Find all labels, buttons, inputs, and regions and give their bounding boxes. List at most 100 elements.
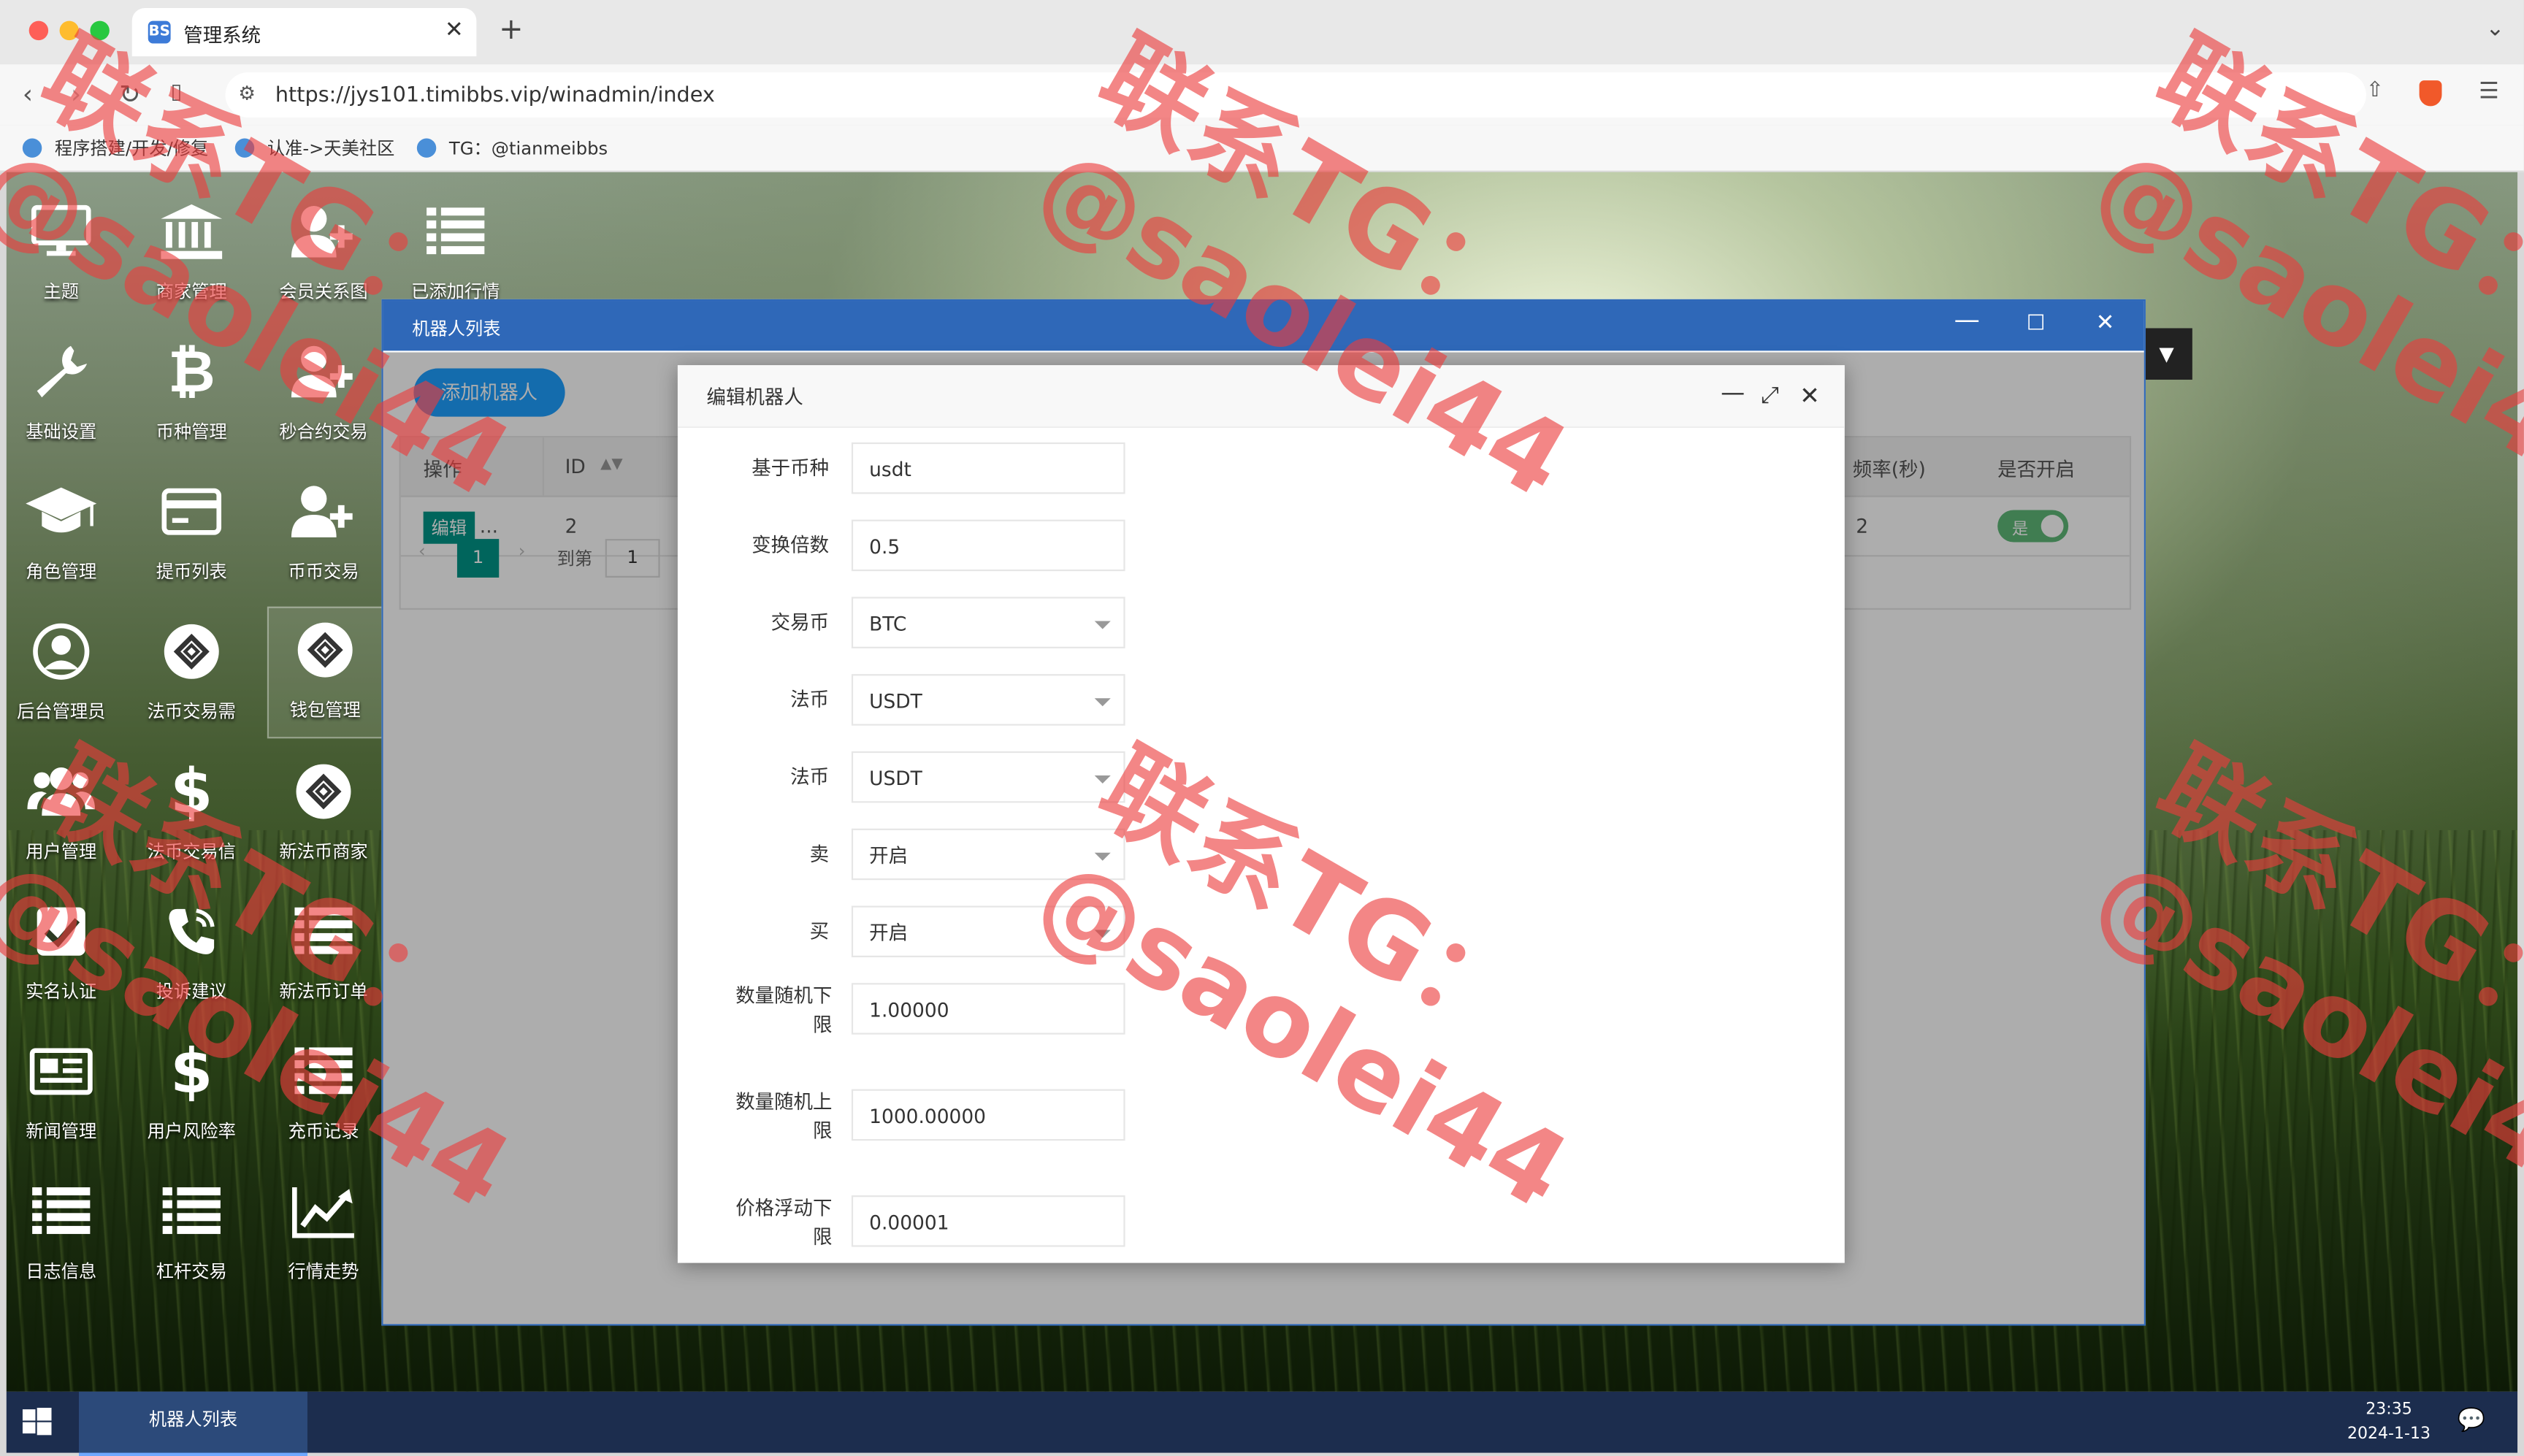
window-titlebar[interactable]: 机器人列表 — ☐ ✕ [383,301,2144,351]
field-value: 0.00001 [869,1211,949,1234]
desktop-icon-risk-rate[interactable]: $ 用户风险率 [135,1030,248,1158]
dropdown-arrow-icon [1094,621,1111,629]
desktop-icon-label: 秒合约交易 [279,421,368,442]
clock-date: 2024-1-13 [2347,1425,2431,1444]
bitcoin-icon: ₿ [167,339,215,406]
dropdown-arrow-icon [1094,852,1111,861]
desktop-icon-label: 行情走势 [288,1261,359,1283]
field-select[interactable]: USDT [851,751,1125,803]
field-label: 价格浮动下限 [735,1197,833,1249]
desktop-icon-basic-settings[interactable]: 基础设置 [5,330,118,459]
field-value: 开启 [869,922,909,945]
url-field[interactable]: ⚙ https://jys101.timibbs.vip/winadmin/in… [225,72,2366,118]
desktop-icon-label: 币种管理 [156,421,227,442]
minimize-icon[interactable]: — [1721,378,1745,407]
tab-title: 管理系统 [183,24,261,47]
list-icon [267,1030,380,1114]
reload-icon[interactable]: ↻ [119,79,141,110]
desktop-icon-complaints[interactable]: 投诉建议 [135,889,248,1018]
bookmark-item[interactable]: TG：@tianmeibbs [416,135,608,161]
desktop-icon-withdraw-list[interactable]: 提币列表 [135,470,248,598]
field-value: 1000.00000 [869,1105,987,1128]
dollar-icon: $ [170,1035,213,1107]
desktop-icon-merchant[interactable]: 商家管理 [135,190,248,318]
maximize-icon[interactable]: ⤢ [1761,383,1779,408]
minimize-icon[interactable]: — [1954,304,1980,334]
field-input[interactable]: 0.5 [851,519,1125,572]
close-tab-icon[interactable]: ✕ [445,18,464,43]
field-select[interactable]: BTC [851,597,1125,648]
brave-shield-icon[interactable] [2419,80,2442,112]
field-value: 0.5 [869,535,900,559]
desktop-icon-news[interactable]: 新闻管理 [5,1030,118,1158]
desktop-icon-leverage[interactable]: 杠杆交易 [135,1170,248,1298]
bookmark-icon[interactable]: ▯ [171,80,183,104]
credit-card-icon [135,470,248,553]
field-label: 法币 [790,689,830,711]
list-icon [135,1170,248,1254]
close-window-button[interactable] [28,20,49,41]
desktop-icon-member-graph[interactable]: 会员关系图 [267,190,380,318]
edit-robot-dialog: 编辑机器人 — ⤢ ✕ 基于币种 usdt 变换倍数 0.5 交易币 BTC 法币 USDT 法… [677,365,1845,1263]
chevron-down-icon[interactable]: ▼ [2141,328,2192,380]
taskbar-item-robot-list[interactable]: 机器人列表 [78,1391,307,1456]
desktop-icon-fiat-info[interactable]: $ 法币交易信 [135,750,248,878]
forward-icon[interactable]: › [71,79,81,110]
bookmark-item[interactable]: 程序搭建/开发/修复 [22,135,209,161]
taskbar-clock[interactable]: 23:35 2024-1-13 [2347,1398,2431,1447]
bookmark-label: 程序搭建/开发/修复 [54,138,209,160]
notification-icon[interactable]: 💬 [2458,1408,2485,1433]
user-circle-icon [5,610,118,694]
field-select[interactable]: USDT [851,674,1125,726]
desktop-icon-users[interactable]: 用户管理 [5,750,118,878]
field-input[interactable]: usdt [851,442,1125,494]
windows-start-icon[interactable] [22,1407,52,1437]
desktop-icon-new-fiat-orders[interactable]: 新法币订单 [267,889,380,1018]
field-label: 基于币种 [752,456,830,480]
bookmark-label: 认准->天美社区 [267,138,395,160]
field-select[interactable]: 开启 [851,905,1125,957]
site-settings-icon[interactable]: ⚙ [238,82,256,104]
back-icon[interactable]: ‹ [23,79,33,110]
desktop-icon-wallet[interactable]: 钱包管理 [267,606,383,739]
desktop-icon-second-contract[interactable]: 秒合约交易 [267,330,380,459]
maximize-icon[interactable]: ☐ [2027,312,2046,336]
dropdown-arrow-icon [1094,698,1111,707]
user-plus-icon [267,190,380,274]
desktop-icon-label: 用户管理 [26,841,97,862]
close-icon[interactable]: ✕ [2096,310,2115,336]
new-tab-icon[interactable]: + [499,13,523,47]
desktop-icon-fiat-demand[interactable]: 法币交易需 [135,610,248,738]
desktop-icon-label: 杠杆交易 [156,1261,227,1283]
tab-list-chevron-icon[interactable]: ⌄ [2486,16,2505,42]
desktop-icon-logs[interactable]: 日志信息 [5,1170,118,1298]
zoom-window-button[interactable] [90,20,110,41]
field-label: 数量随机上限 [735,1090,833,1143]
desktop-icon-deposit-records[interactable]: 充币记录 [267,1030,380,1158]
desktop-icon-theme[interactable]: 主题 [5,190,118,318]
desktop-icon-currency[interactable]: ₿ 币种管理 [135,330,248,459]
desktop-icon-roles[interactable]: 角色管理 [5,470,118,598]
bookmark-item[interactable]: 认准->天美社区 [234,135,395,161]
desktop-icon-label: 充币记录 [288,1121,359,1143]
field-select[interactable]: 开启 [851,828,1125,881]
close-icon[interactable]: ✕ [1800,381,1820,410]
desktop-icon-coin-trade[interactable]: 币币交易 [267,470,380,598]
field-input[interactable]: 1000.00000 [851,1089,1125,1141]
desktop-icon-label: 新法币商家 [279,841,368,862]
field-input[interactable]: 1.00000 [851,983,1125,1035]
desktop-icon-label: 法币交易信 [147,841,236,862]
field-input[interactable]: 0.00001 [851,1195,1125,1247]
field-value: USDT [869,767,922,790]
browser-tab[interactable]: BS 管理系统 ✕ [131,8,477,57]
desktop-icon-market-trend[interactable]: 行情走势 [267,1170,380,1298]
menu-icon[interactable]: ☰ [2479,79,2499,104]
desktop-icon-new-fiat-merchant[interactable]: 新法币商家 [267,750,380,878]
url-text: https://jys101.timibbs.vip/winadmin/inde… [275,83,715,108]
minimize-window-button[interactable] [59,20,79,41]
desktop-icon-kyc[interactable]: 实名认证 [5,889,118,1018]
window-title: 机器人列表 [412,318,501,340]
share-icon[interactable]: ⇧ [2366,79,2384,103]
dialog-header[interactable]: 编辑机器人 — ⤢ ✕ [677,365,1845,429]
desktop-icon-admins[interactable]: 后台管理员 [5,610,118,738]
